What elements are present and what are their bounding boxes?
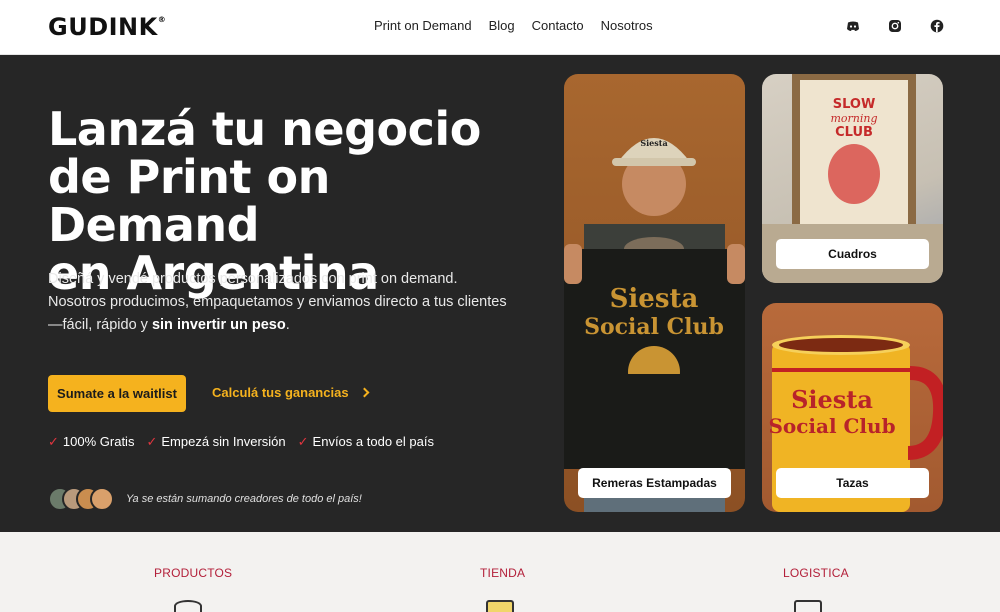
hero-title-line-2: de Print on Demand bbox=[48, 150, 330, 252]
registered-mark: ® bbox=[157, 15, 167, 24]
product-card-cuadros[interactable]: SLOW morning CLUB Cuadros bbox=[762, 74, 943, 283]
check-icon: ✓ bbox=[297, 434, 309, 449]
check-icon: ✓ bbox=[146, 434, 158, 449]
avatar bbox=[90, 487, 114, 511]
benefit-item: ✓ Empezá sin Inversión bbox=[146, 434, 285, 450]
category-logistica: LOGISTICA bbox=[783, 566, 849, 580]
tshirt-model-image: Siesta Siesta Social Club bbox=[564, 138, 745, 512]
main-nav: Print on Demand Blog Contacto Nosotros bbox=[374, 18, 653, 33]
cap-print-text: Siesta bbox=[640, 138, 667, 148]
tazas-label: Tazas bbox=[776, 468, 929, 498]
benefit-item: ✓ 100% Gratis bbox=[48, 434, 134, 450]
poster-title-line-3: CLUB bbox=[835, 125, 873, 140]
mug-print-line-1: Siesta bbox=[791, 385, 873, 414]
nav-contacto[interactable]: Contacto bbox=[532, 18, 584, 33]
store-icon bbox=[486, 600, 514, 612]
nav-nosotros[interactable]: Nosotros bbox=[601, 18, 653, 33]
tshirt-print-line-1: Siesta bbox=[610, 284, 699, 314]
nav-print-on-demand[interactable]: Print on Demand bbox=[374, 18, 472, 33]
logo-text: GUDINK bbox=[48, 13, 158, 41]
benefit-item: ✓ Envíos a todo el país bbox=[298, 434, 434, 450]
category-productos: PRODUCTOS bbox=[154, 566, 233, 580]
benefit-label: 100% Gratis bbox=[62, 434, 135, 449]
social-proof-text: Ya se están sumando creadores de todo el… bbox=[126, 493, 362, 505]
benefit-label: Envíos a todo el país bbox=[312, 434, 434, 449]
benefits-list: ✓ 100% Gratis ✓ Empezá sin Inversión ✓ Enví… bbox=[48, 434, 434, 450]
product-card-remeras[interactable]: Siesta Siesta Social Club Remeras Estamp… bbox=[564, 74, 745, 512]
facebook-icon[interactable] bbox=[930, 19, 944, 33]
join-waitlist-button[interactable]: Sumate a la waitlist bbox=[48, 375, 186, 412]
categories-section: PRODUCTOS TIENDA LOGISTICA bbox=[0, 532, 1000, 612]
calculate-earnings-label: Calculá tus ganancias bbox=[212, 385, 349, 400]
tshirt-print-line-2: Social Club bbox=[584, 314, 724, 340]
calculate-earnings-link[interactable]: Calculá tus ganancias bbox=[212, 385, 370, 400]
category-tienda: TIENDA bbox=[480, 566, 526, 580]
poster-title-line-1: SLOW bbox=[833, 97, 876, 112]
gudink-logo[interactable]: GUDINK® bbox=[48, 13, 166, 41]
benefit-label: Empezá sin Inversión bbox=[161, 434, 286, 449]
poster-title-line-2: morning bbox=[830, 112, 877, 125]
hero-title-line-1: Lanzá tu negocio bbox=[48, 102, 481, 156]
nav-blog[interactable]: Blog bbox=[489, 18, 515, 33]
social-proof: Ya se están sumando creadores de todo el… bbox=[48, 487, 362, 511]
site-header: GUDINK® Print on Demand Blog Contacto No… bbox=[0, 0, 1000, 55]
hero-section: Lanzá tu negocio de Print on Demand en A… bbox=[0, 55, 1000, 532]
remeras-label: Remeras Estampadas bbox=[578, 468, 731, 498]
creator-avatars bbox=[48, 487, 114, 511]
chevron-right-icon bbox=[359, 387, 370, 398]
instagram-icon[interactable] bbox=[888, 19, 902, 33]
social-links bbox=[846, 19, 944, 33]
discord-icon[interactable] bbox=[846, 19, 860, 33]
check-icon: ✓ bbox=[48, 434, 59, 449]
truck-icon bbox=[794, 600, 822, 612]
cuadros-label: Cuadros bbox=[776, 239, 929, 269]
hero-description: Diseñá y vendé productos personalizados … bbox=[48, 268, 508, 337]
hero-description-end: . bbox=[285, 317, 290, 333]
hanger-icon bbox=[174, 600, 202, 612]
hero-description-bold: sin invertir un peso bbox=[151, 317, 286, 333]
product-card-tazas[interactable]: Siesta Social Club Tazas bbox=[762, 303, 943, 512]
mug-print-line-2: Social Club bbox=[768, 414, 895, 438]
